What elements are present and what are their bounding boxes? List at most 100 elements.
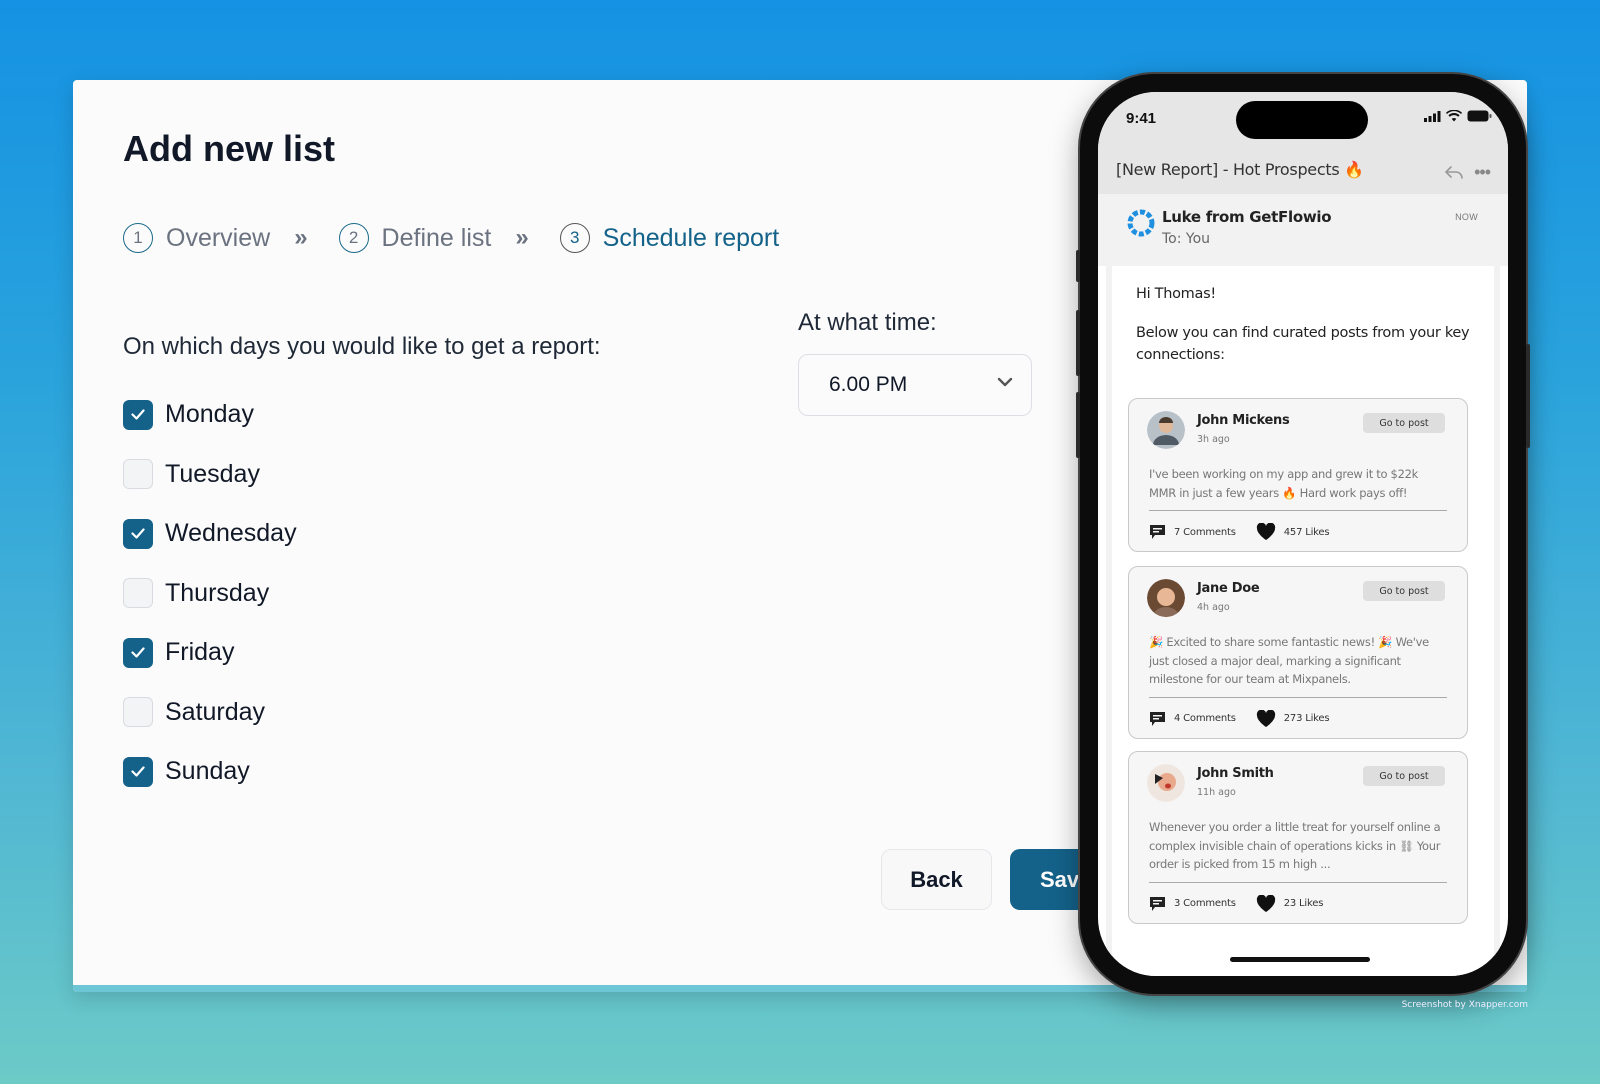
day-label: Thursday <box>165 578 270 607</box>
comments-count: 7 Comments <box>1149 524 1236 540</box>
go-to-post-button[interactable]: Go to post <box>1363 766 1445 786</box>
post-text: 🎉 Excited to share some fantastic news! … <box>1149 633 1447 698</box>
check-icon <box>131 647 145 658</box>
stepper: 1 Overview » 2 Define list » 3 Schedule … <box>123 223 779 253</box>
phone-button <box>1076 310 1080 376</box>
dynamic-island <box>1236 101 1368 139</box>
day-label: Wednesday <box>165 519 297 548</box>
page-title: Add new list <box>123 128 336 169</box>
day-option[interactable]: Saturday <box>123 683 297 743</box>
time-select[interactable]: 6.00 PM <box>798 354 1032 416</box>
more-icon[interactable]: ••• <box>1474 162 1491 183</box>
post-stats: 3 Comments 23 Likes <box>1149 894 1447 913</box>
days-label: On which days you would like to get a re… <box>123 333 601 360</box>
time-select-value: 6.00 PM <box>829 373 908 396</box>
step-overview[interactable]: 1 Overview <box>123 223 270 253</box>
post-card: John Smith 11h ago Go to post Whenever y… <box>1128 751 1468 924</box>
heart-icon <box>1256 894 1275 912</box>
comments-count: 3 Comments <box>1149 896 1236 912</box>
check-icon <box>131 409 145 420</box>
email-body: Hi Thomas! Below you can find curated po… <box>1106 266 1500 976</box>
recipient: To: You <box>1162 231 1211 247</box>
chevron-double-right-icon: » <box>294 224 307 251</box>
day-option[interactable]: Wednesday <box>123 504 297 564</box>
day-option[interactable]: Friday <box>123 623 297 683</box>
checkbox[interactable] <box>123 399 153 430</box>
post-stats: 4 Comments 273 Likes <box>1149 709 1447 728</box>
greeting: Hi Thomas! <box>1136 286 1216 302</box>
day-label: Friday <box>165 638 235 667</box>
day-label: Tuesday <box>165 459 260 488</box>
step-label: Overview <box>166 223 271 252</box>
comment-icon <box>1150 896 1165 911</box>
day-option[interactable]: Monday <box>123 385 297 445</box>
heart-icon <box>1256 523 1275 540</box>
wifi-icon <box>1446 110 1462 122</box>
email-actions: ••• <box>1444 162 1491 183</box>
clock: 9:41 <box>1126 110 1157 127</box>
day-label: Monday <box>165 400 254 429</box>
checkbox[interactable] <box>123 697 153 728</box>
post-text: I've been working on my app and grew it … <box>1149 465 1447 511</box>
checkbox[interactable] <box>123 578 153 609</box>
avatar <box>1147 579 1185 617</box>
reply-icon[interactable] <box>1444 165 1464 180</box>
day-label: Saturday <box>165 697 266 726</box>
phone-screen: 9:41 [New Report] - Hot Prospects 🔥 ••• … <box>1098 92 1508 976</box>
comment-icon <box>1150 711 1165 726</box>
comments-count: 4 Comments <box>1149 711 1236 727</box>
getflowio-logo-icon <box>1127 209 1155 237</box>
day-label: Sunday <box>165 757 250 786</box>
heart-icon <box>1256 709 1275 727</box>
step-number: 2 <box>338 223 369 253</box>
go-to-post-button[interactable]: Go to post <box>1363 413 1445 433</box>
phone-button <box>1076 250 1080 282</box>
avatar <box>1147 411 1185 449</box>
post-author: Jane Doe <box>1197 581 1260 596</box>
sender-row: Luke from GetFlowio To: You NOW <box>1098 194 1508 266</box>
likes-count: 273 Likes <box>1256 709 1330 728</box>
checkbox[interactable] <box>123 637 153 668</box>
step-number: 3 <box>559 223 590 253</box>
likes-label: 273 Likes <box>1283 713 1330 724</box>
step-number: 1 <box>123 223 153 253</box>
signal-icon <box>1424 110 1441 122</box>
likes-label: 457 Likes <box>1283 526 1330 538</box>
checkbox[interactable] <box>123 756 153 787</box>
step-label: Schedule report <box>602 223 780 252</box>
comments-label: 4 Comments <box>1174 713 1236 724</box>
comment-icon <box>1150 525 1165 539</box>
sender-name: Luke from GetFlowio <box>1162 208 1332 226</box>
status-icons <box>1424 110 1492 122</box>
screenshot-credit: Screenshot by Xnapper.com <box>1401 1000 1528 1010</box>
step-label: Define list <box>381 223 492 252</box>
day-option[interactable]: Thursday <box>123 564 297 624</box>
phone-button <box>1076 392 1080 458</box>
post-author: John Mickens <box>1197 413 1290 428</box>
checkbox[interactable] <box>123 459 153 490</box>
post-author: John Smith <box>1197 766 1274 781</box>
post-card: Jane Doe 4h ago Go to post 🎉 Excited to … <box>1128 566 1468 739</box>
step-define-list[interactable]: 2 Define list <box>338 223 492 253</box>
post-text: Whenever you order a little treat for yo… <box>1149 818 1447 883</box>
step-schedule-report[interactable]: 3 Schedule report <box>559 223 780 253</box>
comments-label: 3 Comments <box>1174 898 1236 909</box>
likes-count: 457 Likes <box>1256 523 1330 541</box>
likes-count: 23 Likes <box>1256 894 1323 913</box>
comments-label: 7 Comments <box>1174 526 1236 538</box>
chevron-down-icon <box>997 377 1013 387</box>
post-card: John Mickens 3h ago Go to post I've been… <box>1128 398 1468 552</box>
checkbox[interactable] <box>123 518 153 549</box>
day-option[interactable]: Tuesday <box>123 445 297 505</box>
avatar <box>1147 764 1185 802</box>
home-indicator <box>1230 957 1370 962</box>
battery-icon <box>1467 110 1492 122</box>
email-subject: [New Report] - Hot Prospects 🔥 <box>1116 160 1364 179</box>
back-button[interactable]: Back <box>881 849 992 910</box>
phone-button <box>1526 344 1530 448</box>
day-option[interactable]: Sunday <box>123 742 297 802</box>
check-icon <box>131 766 145 777</box>
intro-text: Below you can find curated posts from yo… <box>1136 325 1470 363</box>
post-time: 4h ago <box>1197 602 1230 613</box>
go-to-post-button[interactable]: Go to post <box>1363 581 1445 601</box>
